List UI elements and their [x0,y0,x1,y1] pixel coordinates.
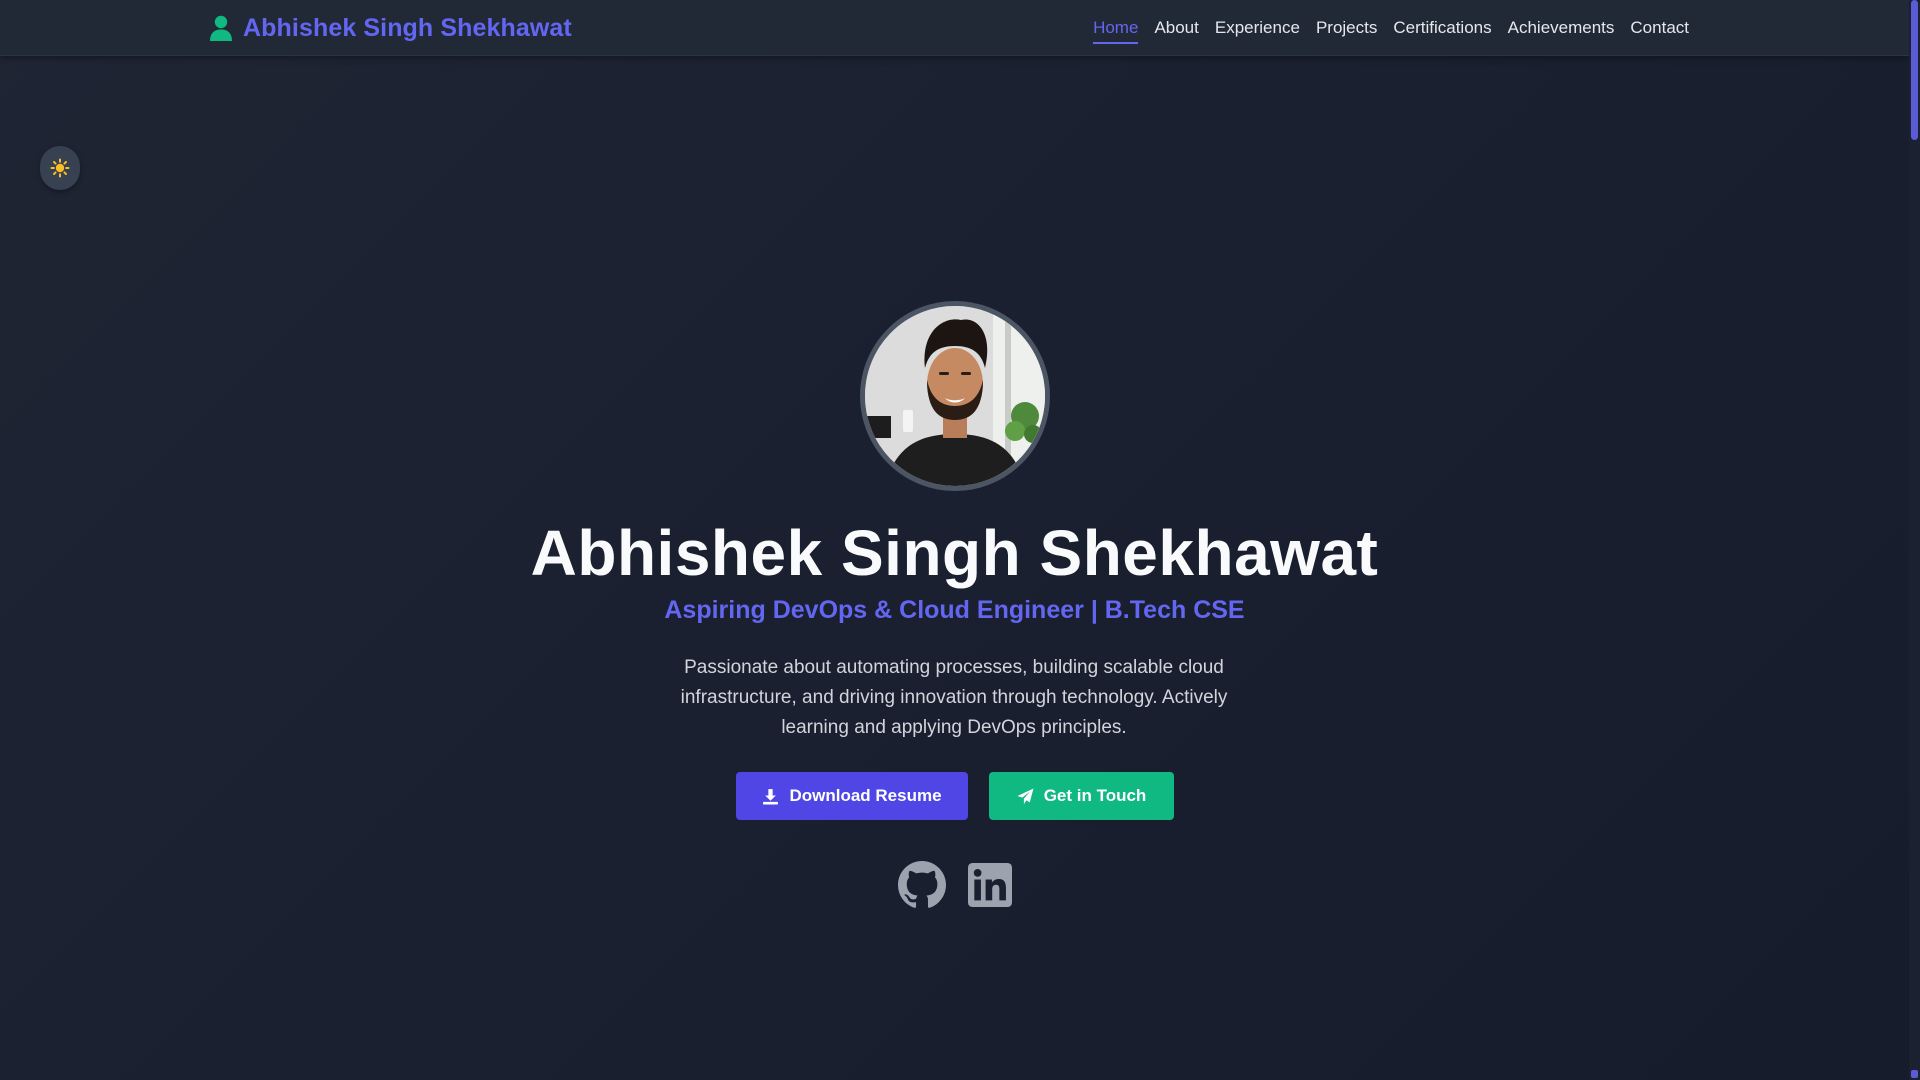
profile-photo [860,301,1050,491]
page-scrollbar[interactable] [1909,0,1920,1080]
hero-description: Passionate about automating processes, b… [680,657,1228,738]
nav-item-experience[interactable]: Experience [1215,12,1300,44]
download-icon [763,788,779,804]
nav-item-projects[interactable]: Projects [1316,12,1377,44]
nav-item-contact[interactable]: Contact [1630,12,1689,44]
linkedin-icon [968,863,1012,907]
scrollbar-thumb[interactable] [1911,0,1918,140]
nav-menu: Home About Experience Projects Certifica… [1093,0,1689,56]
hero-section: Abhishek Singh Shekhawat Aspiring DevOps… [0,56,1909,1080]
get-in-touch-label: Get in Touch [1043,786,1147,805]
github-link[interactable] [897,860,947,910]
paper-plane-icon [1017,788,1034,804]
nav-item-home[interactable]: Home [1093,12,1139,44]
user-icon [210,15,232,41]
scrollbar-down-arrow[interactable] [1911,1070,1918,1078]
download-resume-button[interactable]: Download Resume [736,772,968,820]
hero-subtitle: Aspiring DevOps & Cloud Engineer | B.Tec… [664,596,1245,624]
hero-title: Abhishek Singh Shekhawat [530,517,1379,589]
github-icon [898,861,946,908]
brand-name: Abhishek Singh Shekhawat [243,13,572,42]
get-in-touch-button[interactable]: Get in Touch [989,772,1174,820]
brand-link[interactable]: Abhishek Singh Shekhawat [209,0,572,56]
navbar: Abhishek Singh Shekhawat Home About Expe… [0,0,1909,56]
nav-item-about[interactable]: About [1154,12,1198,44]
nav-item-achievements[interactable]: Achievements [1508,12,1615,44]
nav-item-certifications[interactable]: Certifications [1393,12,1491,44]
download-resume-label: Download Resume [789,786,942,805]
linkedin-link[interactable] [966,860,1014,910]
